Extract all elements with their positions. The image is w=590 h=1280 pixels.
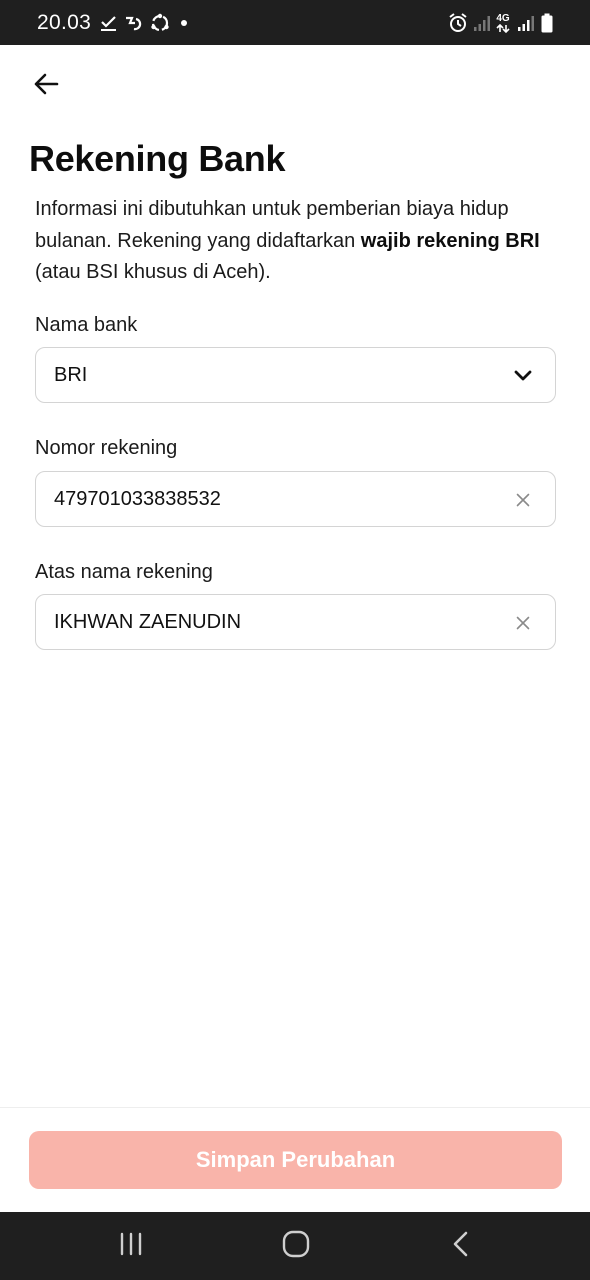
system-nav-bar [0,1212,590,1280]
network-label: 4G [496,12,510,24]
clear-icon[interactable] [509,609,537,637]
bank-select-value: BRI [54,364,88,386]
bank-label: Nama bank [35,314,138,336]
system-back-button[interactable] [441,1228,481,1264]
page-description: Informasi ini dibutuhkan untuk pemberian… [35,194,565,289]
home-icon [282,1230,310,1263]
recents-icon [118,1232,144,1261]
chevron-down-icon[interactable] [509,362,537,390]
recents-button[interactable] [111,1228,151,1264]
network-4g-icon: 4G [496,12,510,34]
account-name-value: IKHWAN ZAENUDIN [54,611,242,633]
battery-icon [541,12,553,34]
checkmark-download-icon [100,12,118,34]
home-button[interactable] [276,1228,316,1264]
save-changes-button[interactable]: Simpan Perubahan [29,1131,562,1189]
account-number-label: Nomor rekening [35,437,178,459]
arrow-left-icon [33,73,59,100]
back-button[interactable] [28,68,64,104]
dot-icon [180,12,188,34]
clear-icon[interactable] [509,486,537,514]
back-icon [452,1231,470,1262]
app-notification-icon [124,12,144,34]
page-title: Rekening Bank [29,138,286,179]
account-number-value: 479701033838532 [54,488,221,510]
description-emphasis: wajib rekening BRI [360,229,540,252]
status-time: 20.03 [37,11,92,34]
account-name-label: Atas nama rekening [35,561,213,583]
account-number-field[interactable]: 479701033838532 [35,471,556,527]
signal-weak-icon [473,12,491,34]
bottom-divider [0,1107,590,1108]
signal-icon [517,12,535,34]
sync-icon [149,12,171,34]
status-bar: 20.03 4G [0,0,590,45]
alarm-icon [447,12,469,34]
bank-select[interactable]: BRI [35,347,556,403]
account-name-field[interactable]: IKHWAN ZAENUDIN [35,594,556,650]
description-text-end: (atau BSI khusus di Aceh). [35,261,271,283]
